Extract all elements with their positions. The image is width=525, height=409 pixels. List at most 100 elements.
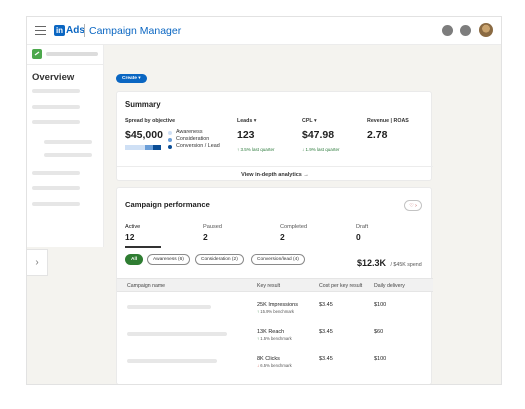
tab-count: 12 bbox=[125, 232, 135, 242]
tab-label: Paused bbox=[203, 224, 222, 230]
logo-ads-text: Ads bbox=[66, 25, 85, 36]
leads-metric-dropdown[interactable]: Leads ▾ bbox=[237, 118, 256, 124]
spend-budget: / $45K spend bbox=[390, 262, 422, 268]
title-divider bbox=[84, 24, 85, 37]
tab-count: 2 bbox=[203, 232, 208, 242]
sidebar-item-placeholder[interactable] bbox=[32, 186, 80, 190]
revenue-value: 2.78 bbox=[367, 129, 388, 141]
tab-label: Active bbox=[125, 224, 141, 230]
filter-all[interactable]: All bbox=[125, 254, 144, 265]
menu-icon[interactable] bbox=[35, 26, 46, 35]
table-row[interactable]: 13K Reach ↑ 1.5% benchmark $3.45 $60 bbox=[117, 322, 433, 348]
trend-text: 1.5% benchmark bbox=[260, 336, 292, 341]
sidebar: Overview bbox=[27, 45, 104, 247]
sidebar-item-overview[interactable]: Overview bbox=[32, 72, 74, 83]
arrow-up-icon: ↑ bbox=[237, 147, 240, 152]
legend-item: Conversion / Lead bbox=[168, 143, 220, 150]
tab-completed[interactable]: Completed 2 bbox=[280, 224, 307, 242]
cpl-metric-dropdown[interactable]: CPL ▾ bbox=[302, 118, 317, 124]
leads-trend: ↑ 3.5% last quarter bbox=[237, 147, 275, 152]
legend-dot bbox=[168, 137, 172, 142]
legend-dot bbox=[168, 145, 172, 149]
legend-label: Consideration bbox=[176, 136, 210, 143]
app-window: in Ads Campaign Manager Overview › Creat… bbox=[26, 16, 502, 385]
account-name-placeholder[interactable] bbox=[46, 52, 98, 56]
key-result-trend: ↑ 15.9% benchmark bbox=[257, 309, 294, 314]
leads-trend-text: 3.5% last quarter bbox=[240, 147, 275, 152]
campaign-performance-card: Campaign performance ♡ › Active 12 Pause… bbox=[116, 187, 433, 384]
filter-conversion-lead[interactable]: Conversion/lead (4) bbox=[251, 254, 305, 265]
tab-label: Completed bbox=[280, 224, 308, 230]
trend-text: 6.5% benchmark bbox=[260, 363, 292, 368]
performance-title: Campaign performance bbox=[125, 200, 210, 209]
arrow-down-icon: ↓ bbox=[302, 147, 305, 152]
sidebar-item-placeholder[interactable] bbox=[32, 120, 80, 124]
campaign-name-placeholder[interactable] bbox=[127, 332, 227, 336]
view-analytics-link[interactable]: View in-depth analytics → bbox=[117, 166, 433, 182]
chevron-right-icon: › bbox=[35, 257, 39, 268]
cost-per-result: $3.45 bbox=[319, 329, 333, 335]
arrow-up-icon: ↑ bbox=[257, 336, 260, 341]
column-header-key-result[interactable]: Key result bbox=[257, 283, 280, 289]
sidebar-item-placeholder[interactable] bbox=[32, 202, 80, 206]
cost-per-result: $3.45 bbox=[319, 356, 333, 362]
linkedin-logo-icon: in bbox=[54, 25, 65, 36]
cpl-trend-text: 1.9% last quarter bbox=[305, 147, 340, 152]
tab-label: Draft bbox=[356, 224, 369, 230]
create-button[interactable]: Create ▾ bbox=[116, 74, 147, 83]
sidebar-item-placeholder[interactable] bbox=[32, 171, 80, 175]
tab-active[interactable]: Active 12 bbox=[125, 224, 140, 242]
create-button-label: Create bbox=[122, 76, 137, 81]
table-row[interactable]: 25K Impressions ↑ 15.9% benchmark $3.45 … bbox=[117, 295, 433, 321]
daily-delivery: $100 bbox=[374, 356, 387, 362]
spread-legend: Awareness Consideration Conversion / Lea… bbox=[168, 129, 220, 151]
legend-dot bbox=[168, 130, 172, 135]
spread-bar-conversion bbox=[153, 145, 161, 150]
campaign-name-placeholder[interactable] bbox=[127, 359, 217, 363]
leads-value: 123 bbox=[237, 129, 255, 141]
notifications-icon[interactable] bbox=[442, 25, 453, 36]
legend-label: Awareness bbox=[176, 129, 203, 135]
trend-text: 15.9% benchmark bbox=[260, 309, 295, 314]
favorite-button[interactable]: ♡ › bbox=[404, 200, 422, 211]
column-header-campaign-name[interactable]: Campaign name bbox=[127, 283, 165, 289]
account-icon[interactable] bbox=[32, 49, 42, 59]
arrow-down-icon: ↓ bbox=[257, 363, 260, 368]
spread-bar bbox=[125, 145, 161, 150]
sidebar-item-placeholder[interactable] bbox=[32, 89, 80, 93]
campaign-name-placeholder[interactable] bbox=[127, 305, 211, 309]
tab-count: 2 bbox=[280, 232, 285, 242]
linkedin-ads-logo: in Ads bbox=[54, 25, 85, 36]
sidebar-subitem-placeholder[interactable] bbox=[44, 153, 92, 157]
legend-item: Consideration bbox=[168, 136, 220, 143]
spread-bar-awareness bbox=[125, 145, 145, 150]
tab-count: 0 bbox=[356, 232, 361, 242]
legend-label: Conversion / Lead bbox=[176, 143, 220, 150]
daily-delivery: $60 bbox=[374, 329, 384, 335]
spend-value: $12.3K bbox=[357, 258, 387, 268]
avatar[interactable] bbox=[479, 23, 493, 37]
spread-value: $45,000 bbox=[125, 129, 163, 141]
table-row[interactable]: 8K Clicks ↓ 6.5% benchmark $3.45 $100 bbox=[117, 349, 433, 375]
key-result: 8K Clicks bbox=[257, 356, 280, 362]
column-header-daily-delivery[interactable]: Daily delivery bbox=[374, 283, 405, 289]
app-title: Campaign Manager bbox=[89, 25, 182, 37]
sidebar-subitem-placeholder[interactable] bbox=[44, 140, 92, 144]
cost-per-result: $3.45 bbox=[319, 302, 333, 308]
tab-draft[interactable]: Draft 0 bbox=[356, 224, 368, 242]
daily-delivery: $100 bbox=[374, 302, 387, 308]
key-result: 13K Reach bbox=[257, 329, 285, 335]
sidebar-divider bbox=[27, 64, 104, 65]
key-result-trend: ↑ 1.5% benchmark bbox=[257, 336, 292, 341]
filter-consideration[interactable]: Consideration (2) bbox=[195, 254, 244, 265]
chevron-down-icon: ▾ bbox=[138, 76, 141, 81]
messages-icon[interactable] bbox=[460, 25, 471, 36]
table-header: Campaign name Key result Cost per key re… bbox=[117, 278, 433, 292]
revenue-label: Revenue | ROAS bbox=[367, 118, 409, 124]
column-header-cost-per-key-result[interactable]: Cost per key result bbox=[319, 283, 362, 289]
legend-item: Awareness bbox=[168, 129, 220, 136]
sidebar-expand-button[interactable]: › bbox=[27, 249, 48, 276]
filter-awareness[interactable]: Awareness (6) bbox=[147, 254, 190, 265]
tab-paused[interactable]: Paused 2 bbox=[203, 224, 222, 242]
sidebar-item-placeholder[interactable] bbox=[32, 105, 80, 109]
